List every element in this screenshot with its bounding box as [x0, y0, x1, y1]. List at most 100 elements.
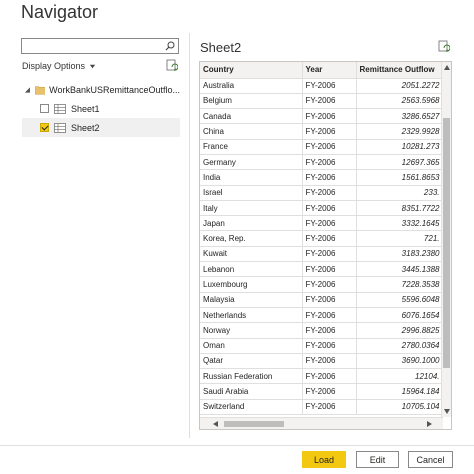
cell-remittance-outflow[interactable]: 2329.9928 — [356, 123, 444, 140]
table-row: India FY-2006 1561.8653 — [200, 169, 444, 186]
horizontal-scroll-thumb[interactable] — [224, 421, 284, 427]
display-options-dropdown[interactable]: Display Options — [22, 61, 96, 71]
tree-root-label: WorkBankUSRemittanceOutflo... — [49, 84, 180, 95]
cell-country[interactable]: Norway — [200, 322, 303, 339]
cell-country[interactable]: Canada — [200, 108, 303, 125]
scroll-right-arrow-icon[interactable] — [425, 420, 433, 428]
cell-year[interactable]: FY-2006 — [302, 276, 357, 293]
cell-country[interactable]: Saudi Arabia — [200, 383, 303, 400]
cell-country[interactable]: Kuwait — [200, 246, 303, 263]
cell-country[interactable]: Australia — [200, 78, 303, 94]
cell-remittance-outflow[interactable]: 2051.2272 — [356, 78, 444, 94]
scroll-down-arrow-icon[interactable] — [443, 407, 451, 415]
cell-remittance-outflow[interactable]: 233. — [356, 185, 444, 201]
cell-year[interactable]: FY-2006 — [302, 383, 357, 400]
cell-year[interactable]: FY-2006 — [302, 338, 357, 354]
vertical-scrollbar[interactable] — [441, 62, 451, 417]
cell-year[interactable]: FY-2006 — [302, 261, 357, 278]
expand-triangle-icon[interactable] — [24, 86, 31, 94]
cell-remittance-outflow[interactable]: 3183.2380 — [356, 246, 444, 263]
search-field[interactable] — [21, 38, 179, 56]
cell-country[interactable]: Germany — [200, 154, 303, 171]
cell-year[interactable]: FY-2006 — [302, 399, 357, 416]
tree-item-sheet2[interactable]: Sheet2 — [22, 118, 180, 137]
cell-year[interactable]: FY-2006 — [302, 200, 357, 217]
cell-country[interactable]: Malaysia — [200, 292, 303, 308]
cell-year[interactable]: FY-2006 — [302, 139, 357, 155]
cell-country[interactable]: Luxembourg — [200, 276, 303, 293]
cell-remittance-outflow[interactable]: 2563.5968 — [356, 93, 444, 110]
cell-year[interactable]: FY-2006 — [302, 368, 357, 385]
cell-remittance-outflow[interactable]: 3332.1645 — [356, 215, 444, 232]
cell-remittance-outflow[interactable]: 12104. — [356, 368, 444, 385]
cell-remittance-outflow[interactable]: 10705.104 — [356, 399, 444, 416]
refresh-icon[interactable] — [166, 59, 178, 72]
cell-country[interactable]: Italy — [200, 200, 303, 217]
cell-country[interactable]: Korea, Rep. — [200, 230, 303, 247]
cell-year[interactable]: FY-2006 — [302, 353, 357, 370]
cell-year[interactable]: FY-2006 — [302, 93, 357, 110]
cell-remittance-outflow[interactable]: 7228.3538 — [356, 276, 444, 293]
cell-remittance-outflow[interactable]: 8351.7722 — [356, 200, 444, 217]
table-row: Italy FY-2006 8351.7722 — [200, 200, 444, 217]
panel-divider[interactable] — [189, 33, 190, 438]
cell-year[interactable]: FY-2006 — [302, 154, 357, 171]
vertical-scroll-thumb[interactable] — [443, 118, 450, 368]
table-row: Germany FY-2006 12697.365 — [200, 154, 444, 171]
cell-country[interactable]: Lebanon — [200, 261, 303, 278]
cell-remittance-outflow[interactable]: 721. — [356, 230, 444, 247]
cell-country[interactable]: China — [200, 123, 303, 140]
cell-year[interactable]: FY-2006 — [302, 108, 357, 125]
tree-root-workbook[interactable]: WorkBankUSRemittanceOutflo... — [22, 80, 180, 99]
cell-remittance-outflow[interactable]: 2780.0364 — [356, 338, 444, 354]
sheet2-checkbox[interactable] — [40, 123, 49, 132]
cell-country[interactable]: Oman — [200, 338, 303, 354]
scroll-up-arrow-icon[interactable] — [443, 64, 451, 72]
cell-year[interactable]: FY-2006 — [302, 78, 357, 94]
cell-year[interactable]: FY-2006 — [302, 322, 357, 339]
cell-year[interactable]: FY-2006 — [302, 230, 357, 247]
cell-remittance-outflow[interactable]: 10281.273 — [356, 139, 444, 155]
cell-country[interactable]: Netherlands — [200, 307, 303, 324]
cell-country[interactable]: France — [200, 139, 303, 155]
cell-country[interactable]: Japan — [200, 215, 303, 232]
table-row: Korea, Rep. FY-2006 721. — [200, 230, 444, 247]
table-row: Canada FY-2006 3286.6527 — [200, 108, 444, 125]
footer-divider — [0, 445, 474, 446]
cell-country[interactable]: Qatar — [200, 353, 303, 370]
horizontal-scrollbar[interactable] — [200, 417, 443, 429]
column-header-remittance-outflow[interactable]: Remittance Outflow — [356, 62, 444, 79]
cell-year[interactable]: FY-2006 — [302, 307, 357, 324]
cell-year[interactable]: FY-2006 — [302, 246, 357, 263]
column-header-year[interactable]: Year — [302, 62, 357, 79]
cancel-button[interactable]: Cancel — [408, 451, 453, 468]
refresh-preview-icon[interactable] — [438, 40, 450, 53]
cell-country[interactable]: Israel — [200, 185, 303, 201]
cell-remittance-outflow[interactable]: 2996.8825 — [356, 322, 444, 339]
cell-remittance-outflow[interactable]: 15964.184 — [356, 383, 444, 400]
cell-year[interactable]: FY-2006 — [302, 292, 357, 308]
cell-year[interactable]: FY-2006 — [302, 169, 357, 186]
cell-year[interactable]: FY-2006 — [302, 215, 357, 232]
search-icon[interactable] — [165, 41, 175, 51]
scroll-left-arrow-icon[interactable] — [212, 420, 220, 428]
search-input[interactable] — [22, 42, 160, 56]
column-header-country[interactable]: Country — [200, 62, 303, 79]
cell-remittance-outflow[interactable]: 3690.1000 — [356, 353, 444, 370]
cell-remittance-outflow[interactable]: 3445.1388 — [356, 261, 444, 278]
cell-year[interactable]: FY-2006 — [302, 123, 357, 140]
load-button[interactable]: Load — [302, 451, 346, 468]
sheet1-checkbox[interactable] — [40, 104, 49, 113]
cell-remittance-outflow[interactable]: 6076.1654 — [356, 307, 444, 324]
cell-country[interactable]: Switzerland — [200, 399, 303, 416]
cell-country[interactable]: Russian Federation — [200, 368, 303, 385]
cell-remittance-outflow[interactable]: 3286.6527 — [356, 108, 444, 125]
cell-year[interactable]: FY-2006 — [302, 185, 357, 201]
cell-remittance-outflow[interactable]: 12697.365 — [356, 154, 444, 171]
edit-button[interactable]: Edit — [356, 451, 399, 468]
cell-country[interactable]: Belgium — [200, 93, 303, 110]
cell-remittance-outflow[interactable]: 1561.8653 — [356, 169, 444, 186]
cell-remittance-outflow[interactable]: 5596.6048 — [356, 292, 444, 308]
cell-country[interactable]: India — [200, 169, 303, 186]
tree-item-sheet1[interactable]: Sheet1 — [22, 99, 180, 118]
